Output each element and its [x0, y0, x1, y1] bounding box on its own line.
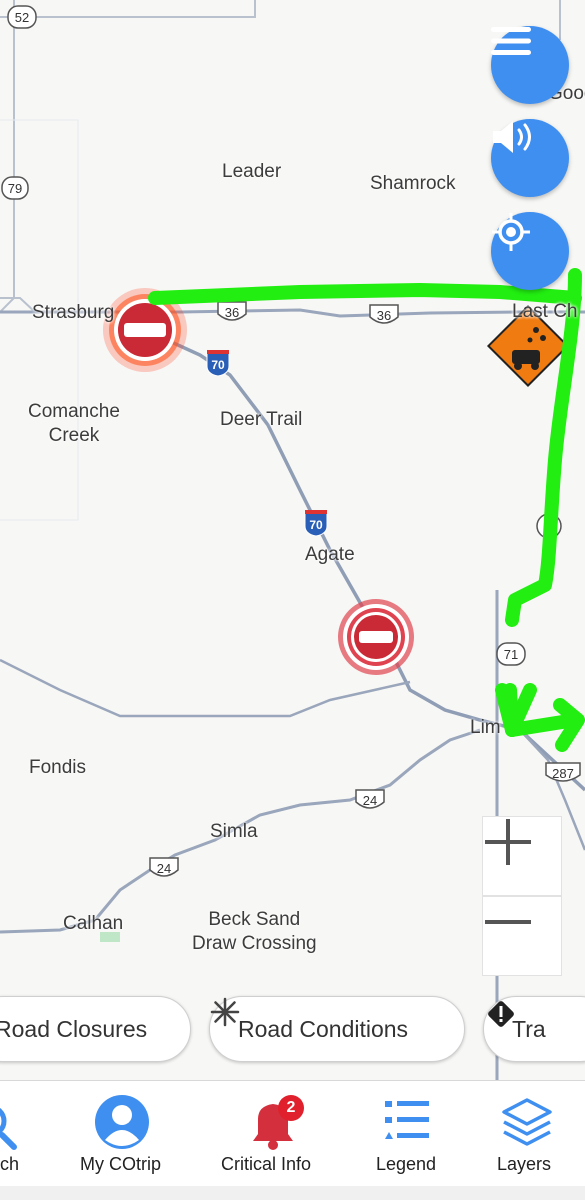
place-label: Last Ch	[512, 301, 578, 322]
shield-label: 70	[309, 518, 323, 532]
chip-road-closures[interactable]: Road Closures	[0, 996, 191, 1062]
shield-label: 52	[15, 10, 29, 25]
place-label: Beck Sand Draw Crossing	[192, 909, 317, 954]
route-shield: 71	[496, 642, 526, 666]
search-icon	[0, 1107, 17, 1150]
interstate-shield: 70	[304, 510, 328, 537]
place-label: Calhan	[63, 913, 124, 934]
nav-legend[interactable]: Legend	[365, 1081, 445, 1187]
shield-label: 24	[363, 793, 377, 808]
place-label: Deer Trail	[220, 409, 303, 430]
user-icon	[95, 1095, 149, 1149]
notification-badge: 2	[278, 1095, 304, 1121]
route-shield: 287	[545, 762, 581, 782]
shield-label: 36	[225, 305, 239, 320]
route-shield: 36	[369, 304, 399, 324]
nav-search[interactable]: ch	[0, 1081, 40, 1187]
place-label: Fondis	[29, 757, 87, 778]
nav-label: Legend	[376, 1154, 437, 1174]
route-shield: 79	[1, 176, 29, 200]
chip-road-conditions[interactable]: Road Conditions	[209, 996, 465, 1062]
place-label: Simla	[210, 821, 258, 842]
nav-label: Layers	[497, 1154, 552, 1174]
shield-label: 36	[377, 308, 391, 323]
route-shield: 24	[149, 857, 179, 877]
layers-icon	[502, 1098, 552, 1146]
interstate-shield: 70	[206, 350, 230, 377]
minus-icon	[485, 920, 531, 924]
system-bar	[0, 1186, 585, 1200]
chip-label: Road Closures	[0, 1015, 148, 1042]
road-line	[0, 658, 411, 718]
route-shield: 52	[7, 5, 37, 29]
shield-label: 70	[211, 358, 225, 372]
nav-my-cotrip[interactable]: My COtrip	[72, 1081, 172, 1187]
shield-label: 79	[8, 181, 22, 196]
place-label: Shamrock	[370, 173, 456, 194]
place-label: Leader	[222, 161, 282, 182]
road-line	[0, 0, 15, 313]
route-shield: 36	[217, 301, 247, 321]
crosshair-icon	[492, 213, 530, 251]
nav-label: ch	[0, 1154, 20, 1174]
chip-travel-alerts[interactable]: Tra	[483, 996, 585, 1062]
place-label: Agate	[305, 544, 355, 565]
shield-label: 24	[157, 861, 171, 876]
locate-button[interactable]	[491, 212, 569, 290]
zoom-out-button[interactable]	[482, 896, 562, 976]
place-label: Comanche Creek	[28, 401, 120, 446]
route-shield: 24	[355, 789, 385, 809]
road-line	[0, 0, 256, 18]
map[interactable]: 52 79 36 36 70 70 71 24 24 287 Leader Sh…	[0, 0, 585, 1080]
road-line	[0, 297, 36, 313]
chip-label: Road Conditions	[238, 1015, 409, 1042]
bottom-navigation: ch My COtrip 2 Critical Info Legend Laye…	[0, 1080, 585, 1186]
list-icon	[385, 1101, 429, 1139]
shield-label: 71	[504, 647, 518, 662]
nav-label: My COtrip	[80, 1154, 161, 1174]
sound-button[interactable]	[491, 119, 569, 197]
plus-icon	[485, 819, 531, 865]
nav-label: Critical Info	[221, 1154, 312, 1174]
nav-critical-info[interactable]: 2 Critical Info	[215, 1081, 325, 1187]
shield-label: 287	[552, 766, 574, 781]
place-label: Strasburg	[32, 302, 115, 323]
nav-layers[interactable]: Layers	[487, 1081, 567, 1187]
hamburger-icon	[491, 27, 531, 55]
menu-button[interactable]	[491, 26, 569, 104]
speaker-icon	[493, 121, 531, 153]
zoom-in-button[interactable]	[482, 816, 562, 896]
place-label: Lim	[470, 717, 501, 738]
road-closure-marker[interactable]	[338, 599, 414, 675]
